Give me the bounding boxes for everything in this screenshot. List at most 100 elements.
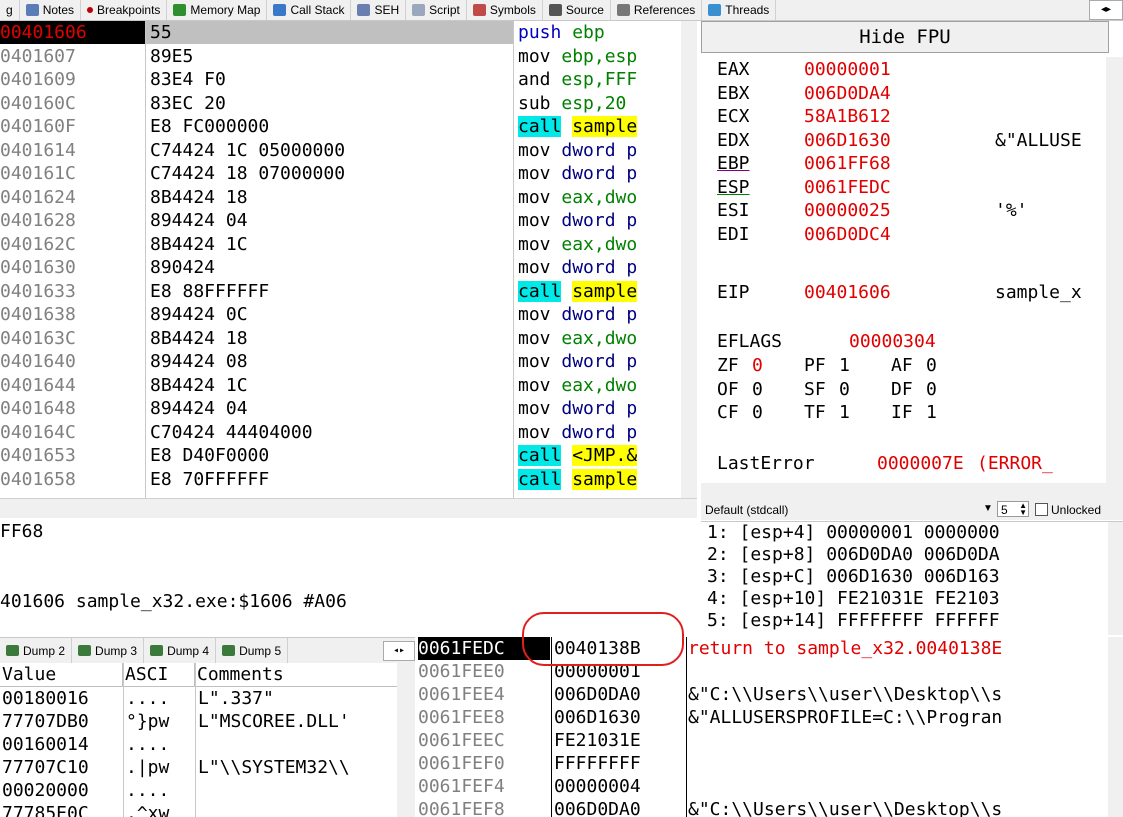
- disasm-row[interactable]: 0401633 E8 88FFFFFF call sample: [0, 279, 697, 303]
- call-stack-arguments[interactable]: 1: [esp+4] 00000001 0000000 2: [esp+8] 00…: [701, 521, 1123, 635]
- tab-scroll-arrows[interactable]: ◂▸: [1089, 0, 1123, 20]
- flag-value-of[interactable]: 0: [752, 379, 763, 400]
- dump-ascii: .|pw: [126, 756, 170, 779]
- dump-value[interactable]: 77707C10: [2, 756, 89, 779]
- dump-tab-scroll-arrows[interactable]: ◂▸: [383, 640, 415, 661]
- dump-value[interactable]: 00160014: [2, 733, 89, 756]
- dump-value[interactable]: 00180016: [2, 687, 89, 710]
- disasm-row[interactable]: 0401653 E8 D40F0000 call <JMP.&: [0, 444, 697, 468]
- stack-argument-row[interactable]: 5: [esp+14] FFFFFFFF FFFFFF: [707, 610, 1000, 632]
- tab-dump-3[interactable]: Dump 3: [72, 638, 145, 663]
- dump-column-header[interactable]: Comments: [195, 663, 400, 687]
- register-value-lasterror[interactable]: 0000007E: [877, 453, 964, 474]
- disasm-row[interactable]: 00401606 55 push ebp: [0, 21, 697, 45]
- disassembly-vertical-scrollbar[interactable]: [681, 21, 697, 498]
- dump-value[interactable]: 00020000: [2, 779, 89, 802]
- tab-call-stack[interactable]: Call Stack: [267, 0, 352, 20]
- register-value-ebp[interactable]: 0061FF68: [804, 153, 891, 174]
- disasm-row[interactable]: 040163C 8B4424 18 mov eax,dwo: [0, 326, 697, 350]
- tab-g[interactable]: g: [0, 0, 20, 20]
- disasm-row[interactable]: 040162C 8B4424 1C mov eax,dwo: [0, 232, 697, 256]
- register-value-esi[interactable]: 00000025: [804, 200, 891, 221]
- disasm-row[interactable]: 040164C C70424 44404000 mov dword p: [0, 420, 697, 444]
- memory-map-icon: [173, 4, 187, 16]
- stack-row[interactable]: 0061FEF4 00000004: [418, 775, 1123, 798]
- spin-arrows-icon[interactable]: ▲ ▼: [1019, 502, 1027, 517]
- stack-row[interactable]: 0061FEE8 006D1630 &"ALLUSERSPROFILE=C:\\Pr…: [418, 706, 1123, 729]
- stack-argument-row[interactable]: 2: [esp+8] 006D0DA0 006D0DA: [707, 544, 1000, 566]
- registers-vertical-scrollbar[interactable]: [1106, 57, 1123, 483]
- register-value-ecx[interactable]: 58A1B612: [804, 106, 891, 127]
- disasm-row[interactable]: 0401607 89E5 mov ebp,esp: [0, 44, 697, 68]
- disasm-row[interactable]: 0401628 894424 04 mov dword p: [0, 209, 697, 233]
- hide-fpu-button[interactable]: Hide FPU: [701, 21, 1109, 53]
- disasm-row[interactable]: 0401640 894424 08 mov dword p: [0, 350, 697, 374]
- disassembly-view[interactable]: 00401606 55 push ebp 0401607 89E5 mov ebp,esp…: [0, 21, 697, 500]
- disasm-row[interactable]: 0401609 83E4 F0 and esp,FFF: [0, 68, 697, 92]
- stack-row[interactable]: 0061FEE4 006D0DA0 &"C:\\Users\\user\\Deskt…: [418, 683, 1123, 706]
- flag-value-tf[interactable]: 1: [839, 402, 850, 423]
- registers-horizontal-scrollbar[interactable]: [701, 483, 1123, 500]
- tab-memory-map[interactable]: Memory Map: [167, 0, 268, 20]
- stack-args-scrollbar[interactable]: [1108, 522, 1123, 635]
- dump-view[interactable]: Value ASCI Comments 00180016.... L".337" 7770…: [0, 663, 415, 817]
- disasm-row[interactable]: 0401644 8B4424 1C mov eax,dwo: [0, 373, 697, 397]
- tab-breakpoints[interactable]: Breakpoints: [81, 0, 168, 20]
- register-value-esp[interactable]: 0061FEDC: [804, 177, 891, 198]
- tab-seh[interactable]: SEH: [351, 0, 407, 20]
- flag-value-cf[interactable]: 0: [752, 402, 763, 423]
- stack-argument-row[interactable]: 1: [esp+4] 00000001 0000000: [707, 522, 1000, 544]
- stack-row[interactable]: 0061FEE0 00000001: [418, 660, 1123, 683]
- stack-row[interactable]: 0061FEF8 006D0DA0 &"C:\\Users\\user\\Deskt…: [418, 798, 1123, 817]
- flag-value-sf[interactable]: 0: [839, 379, 850, 400]
- stack-row[interactable]: 0061FEF0 FFFFFFFF: [418, 752, 1123, 775]
- calling-convention-select[interactable]: Default (stdcall): [705, 503, 788, 517]
- flag-value-pf[interactable]: 1: [839, 355, 850, 376]
- stack-view[interactable]: 0061FEDC 0040138B return to sample_x32.004…: [418, 637, 1123, 817]
- unlocked-checkbox[interactable]: [1035, 503, 1048, 516]
- disasm-row[interactable]: 040161C C74424 18 07000000 mov dword p: [0, 162, 697, 186]
- disasm-row[interactable]: 0401630 890424 mov dword p: [0, 256, 697, 280]
- flag-value-if[interactable]: 1: [926, 402, 937, 423]
- disasm-row[interactable]: 040160F E8 FC000000 call sample: [0, 115, 697, 139]
- arg-count-spinner[interactable]: 5 ▲ ▼: [997, 501, 1029, 517]
- disassembly-horizontal-scrollbar[interactable]: [0, 498, 697, 518]
- tab-script[interactable]: Script: [406, 0, 467, 20]
- tab-threads[interactable]: Threads: [702, 0, 777, 20]
- tab-dump-5[interactable]: Dump 5: [216, 638, 289, 663]
- dropdown-chevron-icon[interactable]: ▼: [983, 503, 993, 514]
- dump-column-header[interactable]: Value: [0, 663, 123, 687]
- disasm-row[interactable]: 0401638 894424 0C mov dword p: [0, 303, 697, 327]
- instruction-operands: eax,dwo: [561, 374, 638, 396]
- register-value-edx[interactable]: 006D1630: [804, 130, 891, 151]
- stack-argument-row[interactable]: 4: [esp+10] FE21031E FE2103: [707, 588, 1000, 610]
- register-value-ebx[interactable]: 006D0DA4: [804, 83, 891, 104]
- dump-column-header[interactable]: ASCI: [123, 663, 195, 687]
- flag-value-af[interactable]: 0: [926, 355, 937, 376]
- tab-notes[interactable]: Notes: [20, 0, 82, 20]
- stack-row[interactable]: 0061FEEC FE21031E: [418, 729, 1123, 752]
- disasm-row[interactable]: 0401614 C74424 1C 05000000 mov dword p: [0, 138, 697, 162]
- register-value-eip[interactable]: 00401606: [804, 282, 891, 303]
- dump-value[interactable]: 77785E0C: [2, 802, 89, 817]
- disasm-row[interactable]: 0401624 8B4424 18 mov eax,dwo: [0, 185, 697, 209]
- tab-symbols[interactable]: Symbols: [467, 0, 543, 20]
- tab-dump-2[interactable]: Dump 2: [0, 638, 73, 663]
- stack-argument-row[interactable]: 3: [esp+C] 006D1630 006D163: [707, 566, 1000, 588]
- disasm-row[interactable]: 0401648 894424 04 mov dword p: [0, 397, 697, 421]
- tab-references[interactable]: References: [611, 0, 703, 20]
- disasm-row[interactable]: 040160C 83EC 20 sub esp,20: [0, 91, 697, 115]
- disasm-row[interactable]: 0401658 E8 70FFFFFF call sample: [0, 467, 697, 491]
- tab-dump-4[interactable]: Dump 4: [144, 638, 217, 663]
- register-value-eflags[interactable]: 00000304: [849, 331, 936, 352]
- instruction-bytes: C70424 44404000: [150, 420, 510, 444]
- tab-source[interactable]: Source: [543, 0, 611, 20]
- register-value-edi[interactable]: 006D0DC4: [804, 224, 891, 245]
- flag-value-df[interactable]: 0: [926, 379, 937, 400]
- dump-vertical-scrollbar[interactable]: [397, 663, 415, 817]
- dump-ascii: .^xw: [126, 802, 170, 817]
- register-value-eax[interactable]: 00000001: [804, 59, 891, 80]
- flag-value-zf[interactable]: 0: [752, 355, 763, 376]
- dump-value[interactable]: 77707DB0: [2, 710, 89, 733]
- stack-vertical-scrollbar[interactable]: [1108, 637, 1123, 817]
